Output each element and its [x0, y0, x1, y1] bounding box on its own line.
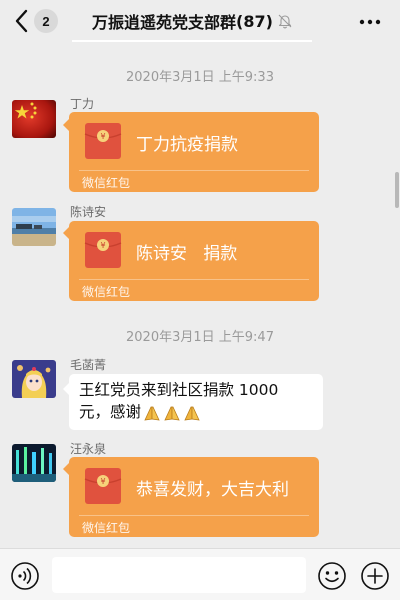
input-bar — [0, 548, 400, 600]
message-text-line: 王红党员来到社区捐款 1000 — [79, 381, 279, 399]
anime-girl-avatar-image — [12, 360, 56, 398]
chat-title: 万振逍遥苑党支部群 — [92, 13, 237, 32]
red-packet-divider — [79, 279, 309, 280]
sender-name: 汪永泉 — [70, 442, 107, 456]
red-packet-title: 陈诗安 捐款 — [136, 244, 238, 264]
red-packet-title: 恭喜发财，大吉大利 — [136, 480, 289, 500]
message-timestamp: 2020年3月1日 上午9:47 — [126, 330, 274, 345]
message-timestamp: 2020年3月1日 上午9:33 — [126, 70, 274, 85]
sender-name: 毛菡菁 — [70, 358, 107, 372]
member-count: (87) — [236, 11, 273, 31]
svg-text:¥: ¥ — [100, 132, 105, 141]
smiley-face-icon[interactable] — [317, 561, 347, 591]
sender-name: 陈诗安 — [70, 205, 107, 219]
red-packet-message[interactable]: ¥ 丁力抗疫捐款 微信红包 — [69, 112, 319, 192]
svg-text:¥: ¥ — [100, 241, 105, 250]
red-packet-divider — [79, 515, 309, 516]
svg-text:¥: ¥ — [100, 477, 105, 486]
message-text-line: 元，感谢 — [79, 403, 142, 421]
red-packet-footer: 微信红包 — [82, 176, 131, 190]
sender-avatar[interactable] — [12, 444, 56, 482]
red-packet-footer: 微信红包 — [82, 521, 131, 535]
red-packet-icon: ¥ — [84, 232, 122, 268]
bell-off-icon — [278, 14, 292, 29]
red-packet-icon: ¥ — [84, 123, 122, 159]
night-fountain-avatar-image — [12, 444, 56, 482]
back-button[interactable]: 2 — [12, 8, 58, 34]
sender-avatar[interactable] — [12, 208, 56, 246]
chat-header: 2 万振逍遥苑党支部群 (87) — [0, 0, 400, 44]
red-packet-footer: 微信红包 — [82, 285, 131, 299]
praying-hands-emoji — [184, 406, 200, 420]
red-packet-message[interactable]: ¥ 陈诗安 捐款 微信红包 — [69, 221, 319, 301]
chevron-left-icon — [15, 9, 28, 33]
sender-name: 丁力 — [70, 97, 95, 111]
unread-count-badge: 2 — [34, 9, 58, 33]
voice-input-icon[interactable] — [10, 561, 40, 591]
praying-hands-emoji — [144, 406, 160, 420]
text-message[interactable]: 王红党员来到社区捐款 1000 元，感谢 — [69, 374, 323, 430]
plus-circle-icon[interactable] — [360, 561, 390, 591]
chat-scrollbar[interactable] — [395, 172, 399, 208]
red-packet-icon: ¥ — [84, 468, 122, 504]
emoji-group — [143, 405, 203, 421]
sender-avatar[interactable] — [12, 100, 56, 138]
red-packet-message[interactable]: ¥ 恭喜发财，大吉大利 微信红包 — [69, 457, 319, 537]
red-packet-divider — [79, 170, 309, 171]
seaside-landscape-avatar-image — [12, 208, 56, 246]
praying-hands-emoji — [164, 406, 180, 420]
chat-title-group[interactable]: 万振逍遥苑党支部群 (87) — [92, 9, 293, 33]
red-packet-title: 丁力抗疫捐款 — [136, 135, 238, 155]
more-dots-icon[interactable] — [358, 18, 382, 26]
sender-avatar[interactable] — [12, 360, 56, 398]
chinese-flag-avatar-image — [12, 100, 56, 138]
message-input[interactable] — [52, 557, 306, 593]
header-divider — [72, 40, 312, 42]
